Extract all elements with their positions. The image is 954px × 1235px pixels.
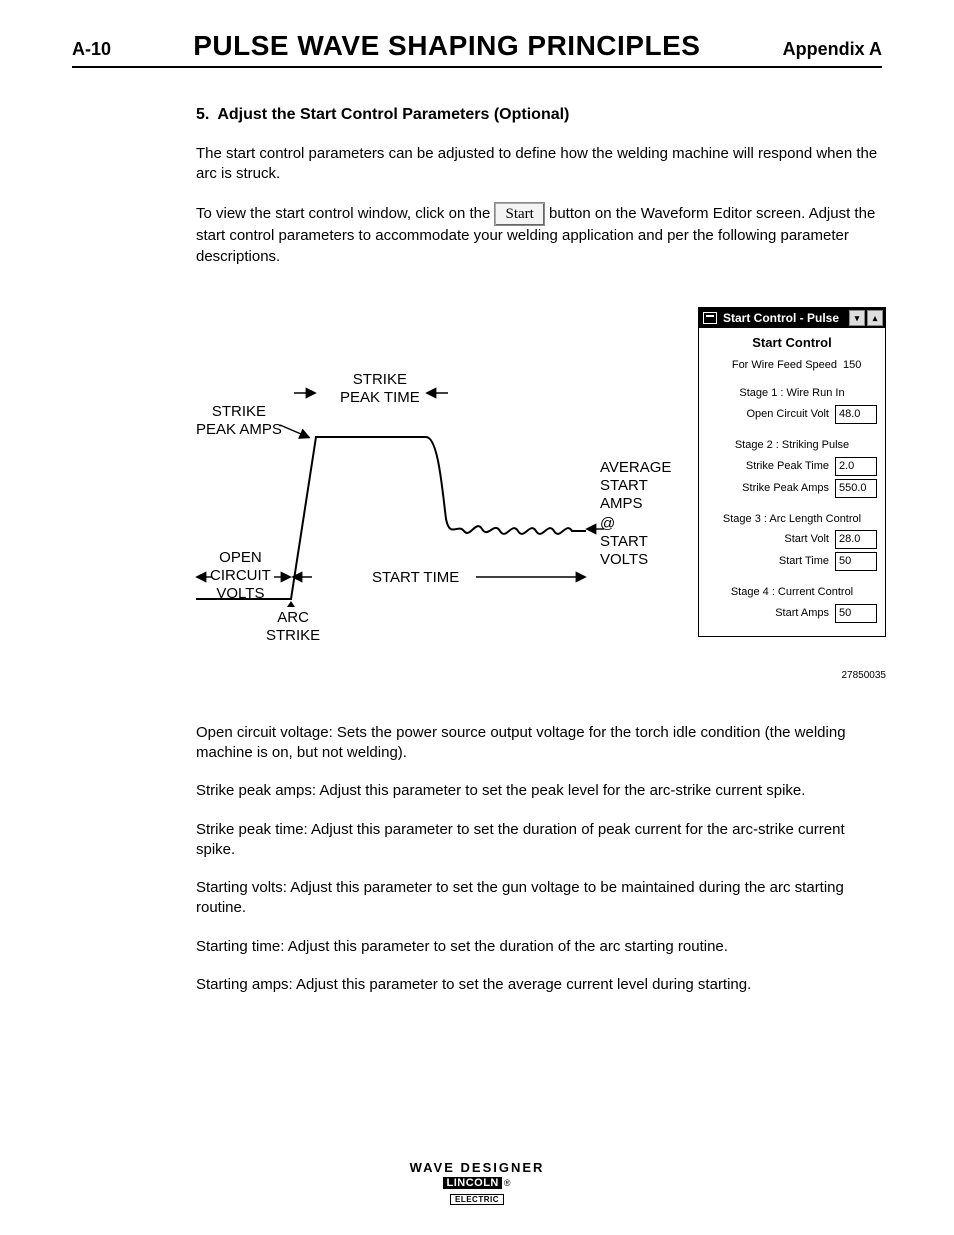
panel-heading: Start Control bbox=[707, 334, 877, 352]
paragraph-instructions: To view the start control window, click … bbox=[196, 202, 882, 267]
label-average-start-amps: AVERAGESTARTAMPS bbox=[600, 459, 671, 513]
page-footer: WAVE DESIGNER LINCOLN ® ELECTRIC bbox=[0, 1160, 954, 1207]
wfs-value: 150 bbox=[843, 358, 877, 373]
brand-sub: ELECTRIC bbox=[450, 1194, 504, 1205]
section-number: 5. bbox=[196, 106, 209, 123]
label-arc-strike: ARCSTRIKE bbox=[266, 609, 320, 645]
def-sv: Starting volts: Adjust this parameter to… bbox=[196, 878, 882, 919]
page-header: A-10 PULSE WAVE SHAPING PRINCIPLES Appen… bbox=[72, 30, 882, 68]
window-menu-icon[interactable] bbox=[703, 312, 717, 324]
footer-product: WAVE DESIGNER bbox=[0, 1160, 954, 1175]
st-label: Start Time bbox=[707, 554, 829, 569]
def-sa: Starting amps: Adjust this parameter to … bbox=[196, 975, 882, 995]
spt-label: Strike Peak Time bbox=[707, 459, 829, 474]
label-start-time: START TIME bbox=[372, 569, 459, 587]
section-title: Adjust the Start Control Parameters (Opt… bbox=[217, 106, 569, 123]
st-input[interactable]: 50 bbox=[835, 552, 877, 571]
spa-label: Strike Peak Amps bbox=[707, 481, 829, 496]
stage2-title: Stage 2 : Striking Pulse bbox=[707, 438, 877, 453]
label-at-start-volts: @STARTVOLTS bbox=[600, 515, 648, 569]
wfs-label: For Wire Feed Speed bbox=[707, 358, 837, 373]
spa-input[interactable]: 550.0 bbox=[835, 479, 877, 498]
start-control-panel: Start Control - Pulse ▾ ▴ Start Control … bbox=[698, 307, 886, 637]
def-spt: Strike peak time: Adjust this parameter … bbox=[196, 820, 882, 861]
stage3-title: Stage 3 : Arc Length Control bbox=[707, 512, 877, 527]
page-title: PULSE WAVE SHAPING PRINCIPLES bbox=[193, 30, 700, 62]
ocv-label: Open Circuit Volt bbox=[707, 407, 829, 422]
sa-input[interactable]: 50 bbox=[835, 604, 877, 623]
registered-icon: ® bbox=[504, 1178, 511, 1188]
label-strike-peak-time: STRIKEPEAK TIME bbox=[340, 371, 420, 407]
start-button[interactable]: Start bbox=[494, 202, 544, 226]
figure-id: 27850035 bbox=[842, 669, 887, 683]
stage4-title: Stage 4 : Current Control bbox=[707, 585, 877, 600]
sa-label: Start Amps bbox=[707, 606, 829, 621]
minimize-icon[interactable]: ▾ bbox=[849, 310, 865, 326]
def-spa: Strike peak amps: Adjust this parameter … bbox=[196, 781, 882, 801]
section-heading: 5. Adjust the Start Control Parameters (O… bbox=[196, 104, 882, 126]
panel-window-title: Start Control - Pulse bbox=[723, 310, 839, 326]
figure-area: STRIKEPEAK TIME STRIKEPEAK AMPS AVERAGES… bbox=[196, 307, 882, 687]
page-number: A-10 bbox=[72, 39, 111, 60]
spt-input[interactable]: 2.0 bbox=[835, 457, 877, 476]
brand-logo: LINCOLN ® ELECTRIC bbox=[443, 1177, 510, 1207]
ocv-input[interactable]: 48.0 bbox=[835, 405, 877, 424]
maximize-icon[interactable]: ▴ bbox=[867, 310, 883, 326]
sv-label: Start Volt bbox=[707, 532, 829, 547]
brand-name: LINCOLN bbox=[443, 1177, 501, 1189]
def-ocv: Open circuit voltage: Sets the power sou… bbox=[196, 723, 882, 764]
def-st: Starting time: Adjust this parameter to … bbox=[196, 937, 882, 957]
paragraph-intro: The start control parameters can be adju… bbox=[196, 144, 882, 185]
stage1-title: Stage 1 : Wire Run In bbox=[707, 386, 877, 401]
label-open-circuit-volts: OPENCIRCUITVOLTS bbox=[210, 549, 271, 603]
appendix-label: Appendix A bbox=[783, 39, 882, 60]
para2-pre: To view the start control window, click … bbox=[196, 205, 494, 222]
sv-input[interactable]: 28.0 bbox=[835, 530, 877, 549]
content-column: 5. Adjust the Start Control Parameters (O… bbox=[72, 104, 882, 995]
label-strike-peak-amps: STRIKEPEAK AMPS bbox=[196, 403, 282, 439]
document-page: A-10 PULSE WAVE SHAPING PRINCIPLES Appen… bbox=[0, 0, 954, 1235]
panel-body: Start Control For Wire Feed Speed 150 St… bbox=[699, 328, 885, 636]
panel-titlebar[interactable]: Start Control - Pulse ▾ ▴ bbox=[699, 308, 885, 328]
